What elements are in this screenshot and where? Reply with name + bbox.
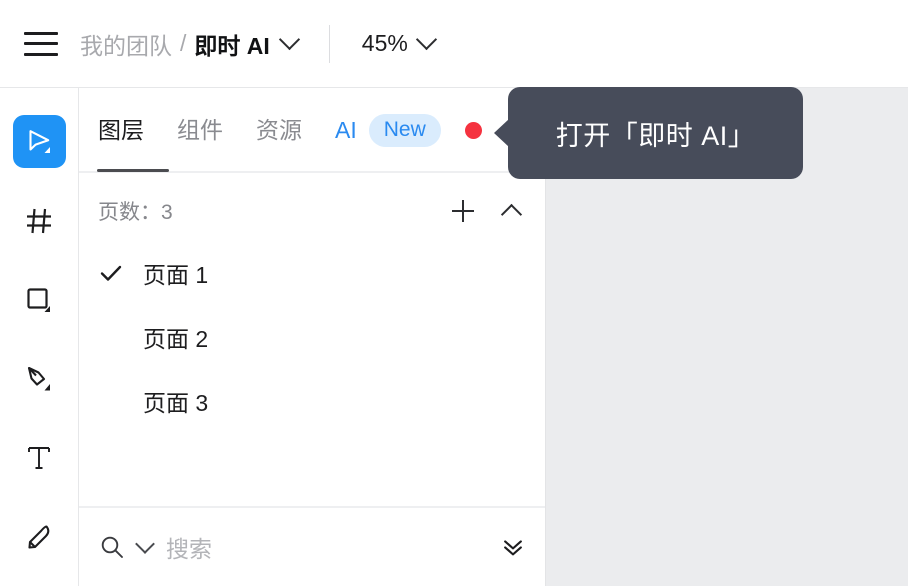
breadcrumb: 我的团队 / 即时 AI — [80, 27, 300, 61]
tab-layers[interactable]: 图层 — [97, 119, 169, 172]
frame-tool[interactable] — [13, 194, 66, 247]
hamburger-menu-icon[interactable] — [24, 31, 58, 56]
add-page-button[interactable] — [448, 196, 478, 226]
page-label: 页面 3 — [143, 390, 209, 416]
chevron-up-icon — [500, 203, 522, 225]
page-selected-indicator — [98, 260, 143, 286]
collapse-pages-button[interactable] — [496, 196, 526, 226]
onboarding-tooltip[interactable]: 打开「即时 AI」 — [494, 87, 803, 179]
chevron-down-icon — [278, 28, 300, 51]
layers-panel: 图层 组件 资源 AI New 页数：3 页面 1 页面 2 页面 3 搜索 — [79, 88, 546, 586]
hamburger-bar — [24, 42, 58, 45]
shape-tool[interactable] — [13, 273, 66, 326]
zoom-level-label: 45% — [361, 30, 408, 56]
new-badge[interactable]: New — [368, 114, 441, 147]
breadcrumb-separator: / — [180, 30, 187, 56]
breadcrumb-team[interactable]: 我的团队 — [80, 27, 172, 61]
plus-icon — [452, 200, 474, 222]
breadcrumb-dropdown-button[interactable] — [278, 28, 300, 51]
tooltip-arrow — [494, 119, 509, 147]
tab-ai[interactable]: AI — [335, 119, 357, 142]
rectangle-icon — [27, 287, 50, 312]
slice-tool[interactable] — [13, 510, 66, 563]
list-item[interactable]: 页面 2 — [79, 305, 545, 369]
text-tool[interactable] — [13, 431, 66, 484]
notification-dot-icon[interactable] — [464, 122, 482, 139]
cursor-tool[interactable] — [12, 115, 66, 168]
list-item[interactable]: 页面 1 — [79, 241, 545, 305]
left-toolbar — [0, 88, 79, 586]
top-bar: 我的团队 / 即时 AI 45% — [0, 0, 908, 88]
tab-assets[interactable]: 资源 — [256, 119, 302, 142]
text-t-icon — [28, 446, 50, 469]
app-window: 我的团队 / 即时 AI 45% 图层 组件 资源 AI New 页数：3 页面… — [0, 0, 908, 586]
frame-grid-icon — [27, 208, 51, 233]
pages-header: 页数：3 — [79, 181, 545, 241]
knife-slice-icon — [28, 524, 50, 549]
search-input[interactable]: 搜索 — [166, 530, 501, 564]
chevron-down-icon[interactable] — [135, 534, 155, 554]
hamburger-bar — [24, 31, 58, 35]
zoom-control[interactable]: 45% — [361, 28, 437, 57]
pages-count-label: 页数：3 — [98, 201, 173, 224]
panel-tabs: 图层 组件 资源 AI New — [79, 88, 545, 173]
tooltip-text: 打开「即时 AI」 — [555, 120, 756, 151]
pen-tool[interactable] — [13, 352, 66, 405]
cursor-arrow-icon — [29, 129, 50, 153]
hamburger-bar — [24, 52, 58, 56]
double-chevron-down-icon[interactable] — [501, 535, 525, 559]
search-icon[interactable] — [99, 534, 125, 560]
toolbar-divider — [328, 24, 330, 63]
check-icon — [100, 265, 122, 281]
search-bar: 搜索 — [79, 508, 545, 586]
page-label: 页面 1 — [143, 262, 209, 288]
tab-components[interactable]: 组件 — [177, 119, 223, 142]
chevron-down-icon — [415, 28, 437, 51]
pen-icon — [27, 366, 50, 390]
list-item[interactable]: 页面 3 — [79, 369, 545, 433]
breadcrumb-file-name[interactable]: 即时 AI — [194, 27, 269, 61]
page-label: 页面 2 — [143, 326, 209, 352]
